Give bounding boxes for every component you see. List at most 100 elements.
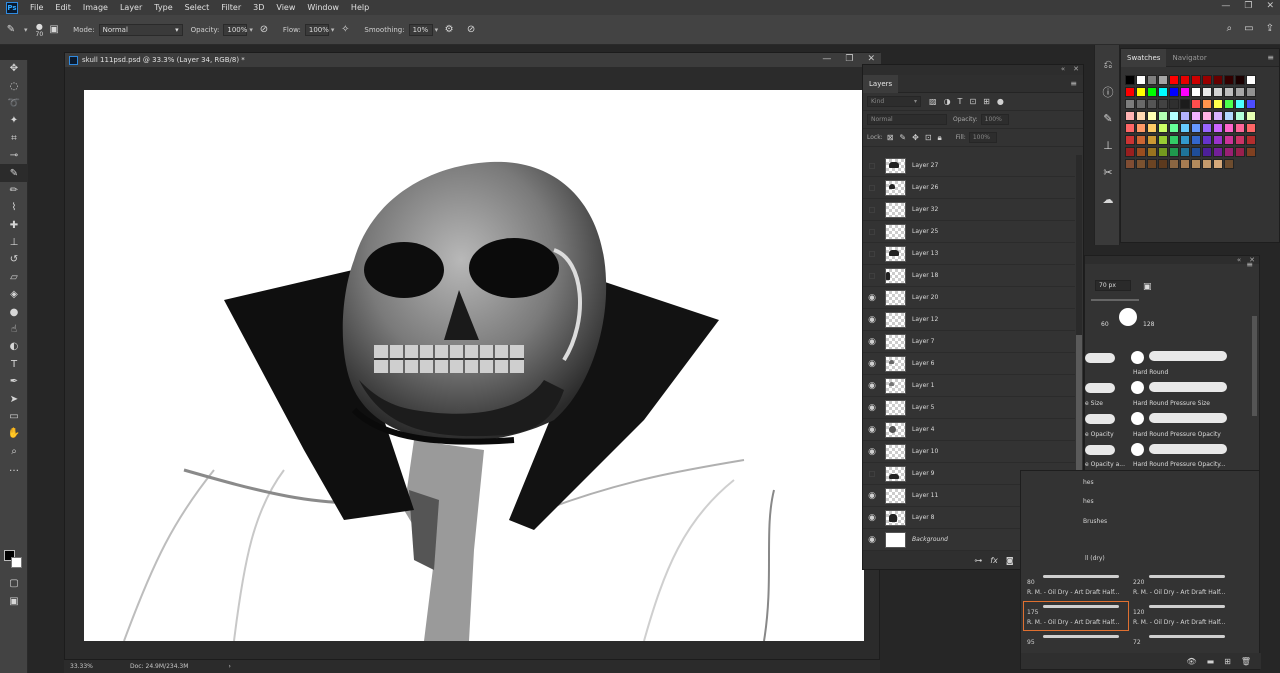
color-swatch[interactable] — [1158, 111, 1168, 121]
eraser-tool-icon[interactable]: ▱ — [0, 269, 28, 286]
color-swatch[interactable] — [1158, 99, 1168, 109]
color-swatch[interactable] — [1125, 87, 1135, 97]
color-swatch[interactable] — [1180, 87, 1190, 97]
history-panel-icon[interactable]: ⎌ — [1095, 51, 1121, 78]
visibility-toggle[interactable] — [863, 463, 881, 485]
chevron-down-icon[interactable]: ▾ — [249, 26, 253, 34]
dodge-tool-icon[interactable]: ◐ — [0, 338, 28, 355]
color-swatch[interactable] — [1246, 123, 1256, 133]
photoshop-logo-icon[interactable]: Ps — [6, 1, 18, 14]
type-filter-icon[interactable]: T — [958, 97, 963, 106]
color-swatch[interactable] — [1136, 159, 1146, 169]
menu-type[interactable]: Type — [148, 3, 178, 12]
brush-size-field[interactable]: 70 px — [1095, 280, 1131, 291]
color-swatch[interactable] — [1224, 75, 1234, 85]
color-swatch[interactable] — [1246, 75, 1256, 85]
color-swatch[interactable] — [1224, 123, 1234, 133]
color-swatch[interactable] — [1224, 111, 1234, 121]
brush-name[interactable]: R. M. - Oil Dry - Art Draft Half... — [1027, 619, 1120, 626]
more-tools-icon[interactable]: … — [0, 460, 28, 477]
mode-select[interactable]: Normal ▾ — [98, 23, 183, 36]
paint-bucket-tool-icon[interactable]: ◈ — [0, 286, 28, 303]
eyedropper-tool-icon[interactable]: ⊸ — [0, 147, 28, 164]
color-swatch[interactable] — [1136, 87, 1146, 97]
color-swatch[interactable] — [1202, 147, 1212, 157]
panel-menu-icon[interactable]: ≡ — [1246, 260, 1253, 269]
menu-filter[interactable]: Filter — [215, 3, 247, 12]
color-swatch[interactable] — [1235, 123, 1245, 133]
menu-help[interactable]: Help — [345, 3, 375, 12]
layer-row[interactable]: Layer 13 — [863, 243, 1075, 265]
smart-object-filter-icon[interactable]: ⊞ — [983, 97, 990, 106]
color-swatch[interactable] — [1235, 87, 1245, 97]
image-filter-icon[interactable]: ▨ — [929, 97, 937, 106]
brushes-scrollbar[interactable] — [1252, 316, 1257, 416]
lock-all-icon[interactable]: 🔒︎ — [938, 133, 942, 143]
new-brush-icon[interactable]: ⊞ — [1224, 657, 1231, 666]
color-swatch[interactable] — [1235, 147, 1245, 157]
layer-row[interactable]: ◉ Layer 4 — [863, 419, 1075, 441]
healing-brush-tool-icon[interactable]: ✚ — [0, 217, 28, 234]
history-brush-tool-icon[interactable]: ↺ — [0, 251, 28, 268]
hand-tool-icon[interactable]: ✋ — [0, 425, 28, 442]
new-group-icon[interactable]: ▬ — [1207, 657, 1215, 666]
color-swatch[interactable] — [1180, 111, 1190, 121]
chevron-down-icon[interactable]: ▾ — [24, 26, 28, 34]
visibility-toggle[interactable] — [863, 221, 881, 243]
color-swatch[interactable] — [1180, 75, 1190, 85]
color-swatch[interactable] — [1158, 123, 1168, 133]
color-swatch[interactable] — [1147, 99, 1157, 109]
color-swatch[interactable] — [1191, 111, 1201, 121]
brush-tip-preview[interactable] — [1131, 351, 1144, 364]
brush-size-preset[interactable]: 128 — [1143, 321, 1154, 328]
path-selection-tool-icon[interactable]: ➤ — [0, 390, 28, 407]
workspace-icon[interactable]: ▭ — [1244, 23, 1253, 34]
layer-row[interactable]: Layer 32 — [863, 199, 1075, 221]
canvas[interactable] — [84, 90, 864, 641]
color-swatch[interactable] — [1158, 159, 1168, 169]
gear-icon[interactable]: ⚙ — [442, 23, 456, 37]
brush-settings-icon[interactable]: ▣ — [47, 23, 61, 37]
mixer-brush-tool-icon[interactable]: ⌇ — [0, 199, 28, 216]
visibility-toggle[interactable]: ◉ — [863, 287, 881, 309]
color-swatch[interactable] — [1213, 135, 1223, 145]
color-swatch[interactable] — [1191, 135, 1201, 145]
visibility-toggle[interactable]: ◉ — [863, 507, 881, 529]
color-swatch[interactable] — [1169, 135, 1179, 145]
color-swatch[interactable] — [1180, 159, 1190, 169]
color-swatch[interactable] — [1136, 99, 1146, 109]
visibility-toggle[interactable]: ◉ — [863, 375, 881, 397]
close-icon[interactable]: ✕ — [1266, 1, 1274, 11]
color-swatch[interactable] — [1246, 147, 1256, 157]
restore-icon[interactable]: ❐ — [845, 54, 853, 64]
color-swatch[interactable] — [1136, 123, 1146, 133]
info-panel-icon[interactable]: ⓘ — [1095, 78, 1121, 105]
visibility-toggle[interactable]: ◉ — [863, 529, 881, 551]
search-icon[interactable]: ⌕ — [1227, 23, 1233, 34]
visibility-toggle[interactable] — [863, 177, 881, 199]
color-swatch[interactable] — [1147, 135, 1157, 145]
color-swatch[interactable] — [1147, 75, 1157, 85]
clone-stamp-tool-icon[interactable]: ⊥ — [0, 234, 28, 251]
blur-tool-icon[interactable]: ● — [0, 303, 28, 320]
chevron-down-icon[interactable]: ▾ — [331, 26, 335, 34]
color-swatch[interactable] — [1147, 123, 1157, 133]
visibility-toggle[interactable] — [863, 243, 881, 265]
color-swatch[interactable] — [1202, 99, 1212, 109]
chevron-down-icon[interactable]: ▾ — [435, 26, 439, 34]
minimize-icon[interactable]: — — [1221, 1, 1230, 11]
brush-settings-icon[interactable]: ▣ — [1143, 282, 1152, 292]
color-swatch[interactable] — [1180, 147, 1190, 157]
link-layers-icon[interactable]: ⊶ — [974, 556, 982, 565]
brush-group-label[interactable]: hes — [1083, 498, 1094, 505]
color-swatch[interactable] — [1191, 99, 1201, 109]
quick-mask-icon[interactable]: ▢ — [0, 575, 28, 592]
layer-row[interactable]: Layer 18 — [863, 265, 1075, 287]
visibility-toggle[interactable]: ◉ — [863, 485, 881, 507]
color-swatch[interactable] — [1235, 111, 1245, 121]
layer-row[interactable]: ◉ Layer 7 — [863, 331, 1075, 353]
brush-name[interactable]: Hard Round Pressure Size — [1133, 400, 1210, 407]
color-swatch[interactable] — [1202, 75, 1212, 85]
color-swatch[interactable] — [1246, 87, 1256, 97]
color-swatch[interactable] — [1180, 123, 1190, 133]
